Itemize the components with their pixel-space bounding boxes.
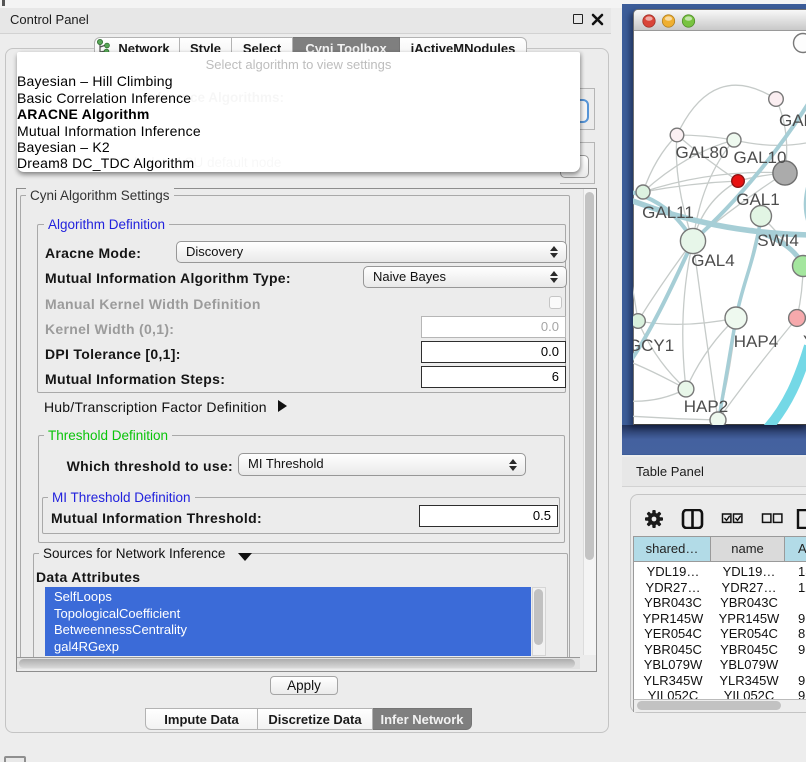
svg-text:GAL80: GAL80 [676, 143, 729, 162]
svg-text:HAP4: HAP4 [734, 332, 778, 351]
svg-text:GAL1: GAL1 [736, 190, 779, 209]
svg-text:HAP2: HAP2 [684, 397, 728, 416]
svg-text:GAL4: GAL4 [691, 251, 734, 270]
svg-text:GCY1: GCY1 [633, 336, 674, 355]
svg-text:GAL11: GAL11 [642, 203, 694, 222]
svg-text:GAL10: GAL10 [734, 148, 787, 167]
svg-text:GAL2: GAL2 [779, 111, 806, 130]
svg-text:SWI4: SWI4 [757, 231, 799, 250]
